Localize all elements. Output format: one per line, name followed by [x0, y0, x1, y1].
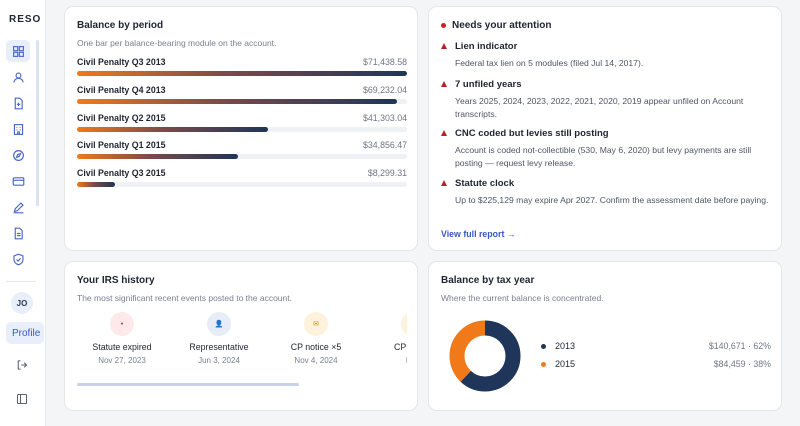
view-full-report-link[interactable]: View full report → [441, 229, 516, 239]
tax-year-label: 2013 [555, 341, 576, 351]
history-event-label: CP notice ×5 [290, 342, 342, 352]
building-icon [13, 123, 23, 135]
period-value: $71,438.58 [362, 57, 407, 67]
nav-user[interactable] [6, 66, 30, 88]
document-icon [14, 97, 23, 109]
nav-security[interactable] [6, 248, 30, 270]
mail-icon: ✉ [401, 312, 407, 336]
attention-item-description: Years 2025, 2024, 2023, 2022, 2021, 2020… [455, 96, 744, 119]
balance-by-period-card: Balance by period One bar per balance-be… [64, 6, 418, 251]
card-title: Your IRS history [77, 275, 155, 286]
nav-payments[interactable] [6, 170, 30, 192]
period-name: Civil Penalty Q4 2013 [77, 85, 166, 95]
period-value: $69,232.04 [362, 85, 407, 95]
period-bar-fill [77, 99, 397, 104]
history-event-date: Nov [368, 356, 407, 365]
attention-title: Needs your attention [441, 20, 551, 31]
period-bar-fill [77, 71, 407, 76]
warning-triangle-icon [441, 81, 447, 87]
nav-reports[interactable] [6, 222, 30, 244]
nav-documents[interactable] [6, 92, 30, 114]
period-bar-track [77, 182, 407, 187]
attention-item-title: CNC coded but levies still posting [455, 128, 609, 139]
period-name: Civil Penalty Q2 2015 [77, 113, 166, 123]
attention-item-title: Lien indicator [455, 41, 518, 52]
collapse-sidebar-button[interactable] [14, 391, 30, 407]
period-bar-track [77, 99, 407, 104]
period-bar-fill [77, 154, 239, 159]
irs-history-card: Your IRS history The most significant re… [64, 261, 418, 411]
period-bar-fill [77, 182, 116, 187]
period-bar-track [77, 127, 407, 132]
card-subtitle: The most significant recent events poste… [77, 293, 292, 303]
dot-icon: • [110, 312, 134, 336]
history-event-date: Nov 27, 2023 [98, 356, 146, 365]
history-event-label: CP notice [394, 342, 407, 352]
period-value: $34,856.47 [362, 140, 407, 150]
nav-institutions[interactable] [6, 118, 30, 140]
tax-year-card: Balance by tax year Where the current ba… [428, 261, 782, 411]
logout-icon [17, 360, 28, 370]
sidebar: RESO JO Profile [0, 0, 46, 426]
profile-button[interactable]: Profile [6, 322, 44, 344]
tax-year-donut-chart [449, 320, 521, 392]
history-event-date: Nov 4, 2024 [294, 356, 338, 365]
period-name: Civil Penalty Q1 2015 [77, 140, 166, 150]
logout-button[interactable] [14, 357, 30, 373]
history-timeline: • Statute expired Nov 27, 2023 👤 Representat… [77, 312, 407, 380]
alert-dot-icon [441, 22, 446, 28]
card-title: Balance by tax year [441, 275, 535, 286]
history-event-label: Representative [189, 342, 249, 352]
nav-explore[interactable] [6, 144, 30, 166]
legend-dot-icon [541, 344, 546, 349]
card-subtitle: Where the current balance is concentrate… [441, 293, 604, 303]
brand-logo: RESO [9, 14, 42, 25]
attention-item-description: Federal tax lien on 5 modules (filed Jul… [455, 58, 644, 68]
history-event-date: Jun 3, 2024 [198, 356, 240, 365]
warning-triangle-icon [441, 130, 447, 136]
attention-item-description: Up to $225,129 may expire Apr 2027. Conf… [455, 195, 769, 205]
history-scrollbar[interactable] [77, 383, 299, 386]
user-icon [12, 71, 24, 82]
attention-item-title: 7 unfiled years [455, 79, 522, 90]
legend-dot-icon [541, 362, 546, 367]
pen-icon [13, 201, 24, 213]
file-text-icon [14, 227, 23, 239]
period-value: $8,299.31 [367, 168, 407, 178]
warning-triangle-icon [441, 43, 447, 49]
credit-card-icon [12, 176, 24, 186]
tax-year-value: $84,459 · 38% [713, 359, 771, 369]
attention-item-description: Account is coded not-collectible (530, M… [455, 145, 752, 168]
period-bar-fill [77, 127, 268, 132]
nav-dashboard[interactable] [6, 40, 30, 62]
attention-card: Needs your attention Lien indicator Feder… [428, 6, 782, 251]
person-icon: 👤 [207, 312, 231, 336]
card-subtitle: One bar per balance-bearing module on th… [77, 38, 277, 48]
card-title: Balance by period [77, 20, 164, 31]
tax-year-label: 2015 [555, 359, 576, 369]
period-bar-track [77, 154, 407, 159]
shield-icon [12, 253, 24, 265]
attention-item-title: Statute clock [455, 178, 515, 189]
period-value: $41,303.04 [362, 113, 407, 123]
avatar[interactable]: JO [11, 292, 33, 314]
history-event-label: Statute expired [92, 342, 152, 352]
dashboard-icon [12, 45, 24, 57]
sidebar-toggle-icon [16, 393, 28, 405]
sidebar-divider [6, 281, 36, 282]
period-bar-track [77, 71, 407, 76]
sidebar-scrollbar[interactable] [36, 40, 39, 206]
period-name: Civil Penalty Q3 2015 [77, 168, 166, 178]
compass-icon [12, 149, 24, 161]
period-name: Civil Penalty Q3 2013 [77, 57, 166, 67]
warning-triangle-icon [441, 180, 447, 186]
nav-edit[interactable] [6, 196, 30, 218]
tax-year-value: $140,671 · 62% [708, 341, 771, 351]
mail-icon: ✉ [304, 312, 328, 336]
